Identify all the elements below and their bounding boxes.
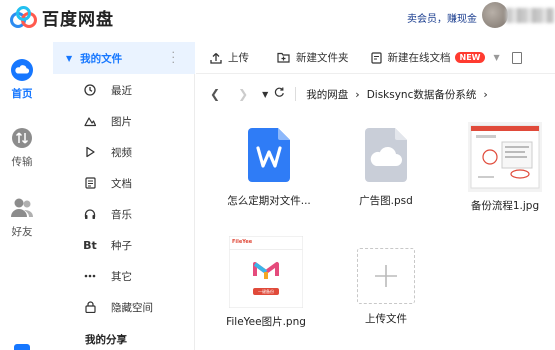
- file-item-png[interactable]: FileYee 一键备份 FileYee图片.png: [216, 235, 316, 329]
- upload-file-tile[interactable]: 上传文件: [336, 248, 436, 326]
- document-icon: [75, 177, 105, 189]
- collapse-triangle-icon[interactable]: ▼: [66, 54, 72, 63]
- vip-link[interactable]: 卖会员，赚现金: [407, 14, 477, 25]
- nav-item-label: 种子: [111, 239, 132, 252]
- nav-item-label: 文档: [111, 177, 132, 190]
- nav-item-docs[interactable]: 文档: [53, 169, 195, 197]
- chevron-right-icon: ›: [355, 87, 360, 101]
- transfer-icon: [10, 126, 34, 150]
- add-icon[interactable]: [357, 248, 415, 304]
- file-item-word[interactable]: 怎么定期对文件...: [219, 126, 319, 208]
- rail-item-transfer[interactable]: 传输: [0, 126, 44, 169]
- image-icon: [75, 115, 105, 127]
- upload-button[interactable]: 上传: [210, 50, 249, 65]
- rail-item-home[interactable]: 首页: [0, 58, 44, 101]
- fileyee-button-text: 一键备份: [258, 289, 274, 294]
- nav-item-images[interactable]: 图片: [53, 107, 195, 135]
- lock-icon: [75, 301, 105, 313]
- cloud-icon: [10, 58, 34, 82]
- breadcrumb-my-netdisk[interactable]: 我的网盘: [306, 87, 348, 102]
- clock-icon: [75, 84, 105, 96]
- fileyee-brand-text: FileYee: [232, 239, 253, 245]
- rail-label: 好友: [11, 226, 33, 238]
- nav-item-label: 音乐: [111, 208, 132, 221]
- baidu-netdisk-logo-icon: [10, 5, 37, 28]
- nav-item-others[interactable]: 其它: [53, 262, 195, 290]
- image-thumbnail: [468, 122, 542, 192]
- nav-item-label: 隐藏空间: [111, 301, 153, 314]
- nav-item-hidden-space[interactable]: 隐藏空间: [53, 293, 195, 321]
- psd-file-icon: [336, 126, 436, 187]
- nav-item-torrents[interactable]: Bt 种子: [53, 231, 195, 259]
- new-folder-icon: [277, 52, 290, 63]
- new-online-doc-button[interactable]: 新建在线文档 NEW: [370, 50, 486, 65]
- nav-item-label: 图片: [111, 115, 132, 128]
- nav-item-videos[interactable]: 视频: [53, 138, 195, 166]
- rail-label: 传输: [11, 156, 33, 168]
- chevron-right-icon: ›: [483, 87, 488, 101]
- nav-my-share[interactable]: 我的分享: [85, 332, 127, 347]
- rail-item-friends[interactable]: 好友: [0, 196, 44, 239]
- nav-header-label: 我的文件: [80, 52, 123, 65]
- app-title: 百度网盘: [42, 10, 114, 30]
- new-folder-button[interactable]: 新建文件夹: [277, 50, 349, 65]
- upload-icon: [210, 52, 222, 64]
- word-file-icon: [219, 126, 319, 187]
- side-nav: ▼ 我的文件 · · · 最近 图片 视频 文档 音乐 Bt 种子 其它 隐藏空间 …: [53, 42, 195, 350]
- breadcrumb-current-folder[interactable]: Disksync数据备份系统: [367, 87, 477, 102]
- nav-item-label: 其它: [111, 270, 132, 283]
- avatar[interactable]: [482, 2, 508, 28]
- rail-label: 首页: [11, 88, 33, 100]
- bt-icon: Bt: [83, 238, 97, 252]
- top-links: 卖会员，赚现金: [407, 10, 477, 25]
- forward-arrow-icon[interactable]: ❯: [238, 87, 248, 101]
- new-doc-icon: [370, 51, 382, 64]
- file-name: 备份流程1.jpg: [470, 200, 540, 212]
- nav-item-label: 视频: [111, 146, 132, 159]
- dropdown-caret-icon[interactable]: ▼: [493, 53, 499, 62]
- more-options-icon[interactable]: · · ·: [172, 47, 176, 68]
- nav-item-recent[interactable]: 最近: [53, 76, 195, 104]
- history-dropdown-icon[interactable]: ▼: [262, 90, 268, 99]
- nav-my-files[interactable]: ▼ 我的文件 · · ·: [53, 42, 195, 74]
- more-tools-icon[interactable]: [511, 51, 522, 64]
- file-name: 怎么定期对文件...: [227, 195, 311, 207]
- nav-item-music[interactable]: 音乐: [53, 200, 195, 228]
- top-bar: 百度网盘 卖会员，赚现金: [0, 0, 555, 34]
- refresh-icon[interactable]: [274, 87, 285, 101]
- toolbar: 上传 新建文件夹 新建在线文档 NEW ▼: [196, 42, 555, 74]
- nav-item-label: 最近: [111, 84, 132, 97]
- file-item-jpg[interactable]: 备份流程1.jpg: [455, 122, 555, 213]
- new-folder-label: 新建文件夹: [296, 52, 349, 64]
- divider: [295, 87, 297, 101]
- headphones-icon: [75, 208, 105, 220]
- friends-icon: [10, 196, 34, 220]
- play-icon: [75, 146, 105, 158]
- new-online-doc-label: 新建在线文档: [387, 52, 451, 64]
- path-bar: ❮ ❯ ▼ 我的网盘 › Disksync数据备份系统 ›: [196, 78, 555, 110]
- upload-label: 上传: [228, 52, 249, 64]
- left-rail: 首页 传输 好友: [0, 34, 44, 350]
- username-blurred: [506, 8, 554, 23]
- more-icon: [75, 274, 105, 278]
- back-arrow-icon[interactable]: ❮: [210, 87, 220, 101]
- app-logo[interactable]: 百度网盘: [9, 5, 114, 30]
- image-thumbnail: FileYee 一键备份: [228, 235, 304, 309]
- new-badge: NEW: [454, 52, 486, 63]
- file-item-psd[interactable]: 广告图.psd: [336, 126, 436, 208]
- file-name: FileYee图片.png: [226, 316, 306, 328]
- file-name: 上传文件: [365, 313, 407, 325]
- rail-bottom-indicator: [14, 344, 30, 350]
- file-name: 广告图.psd: [359, 195, 413, 207]
